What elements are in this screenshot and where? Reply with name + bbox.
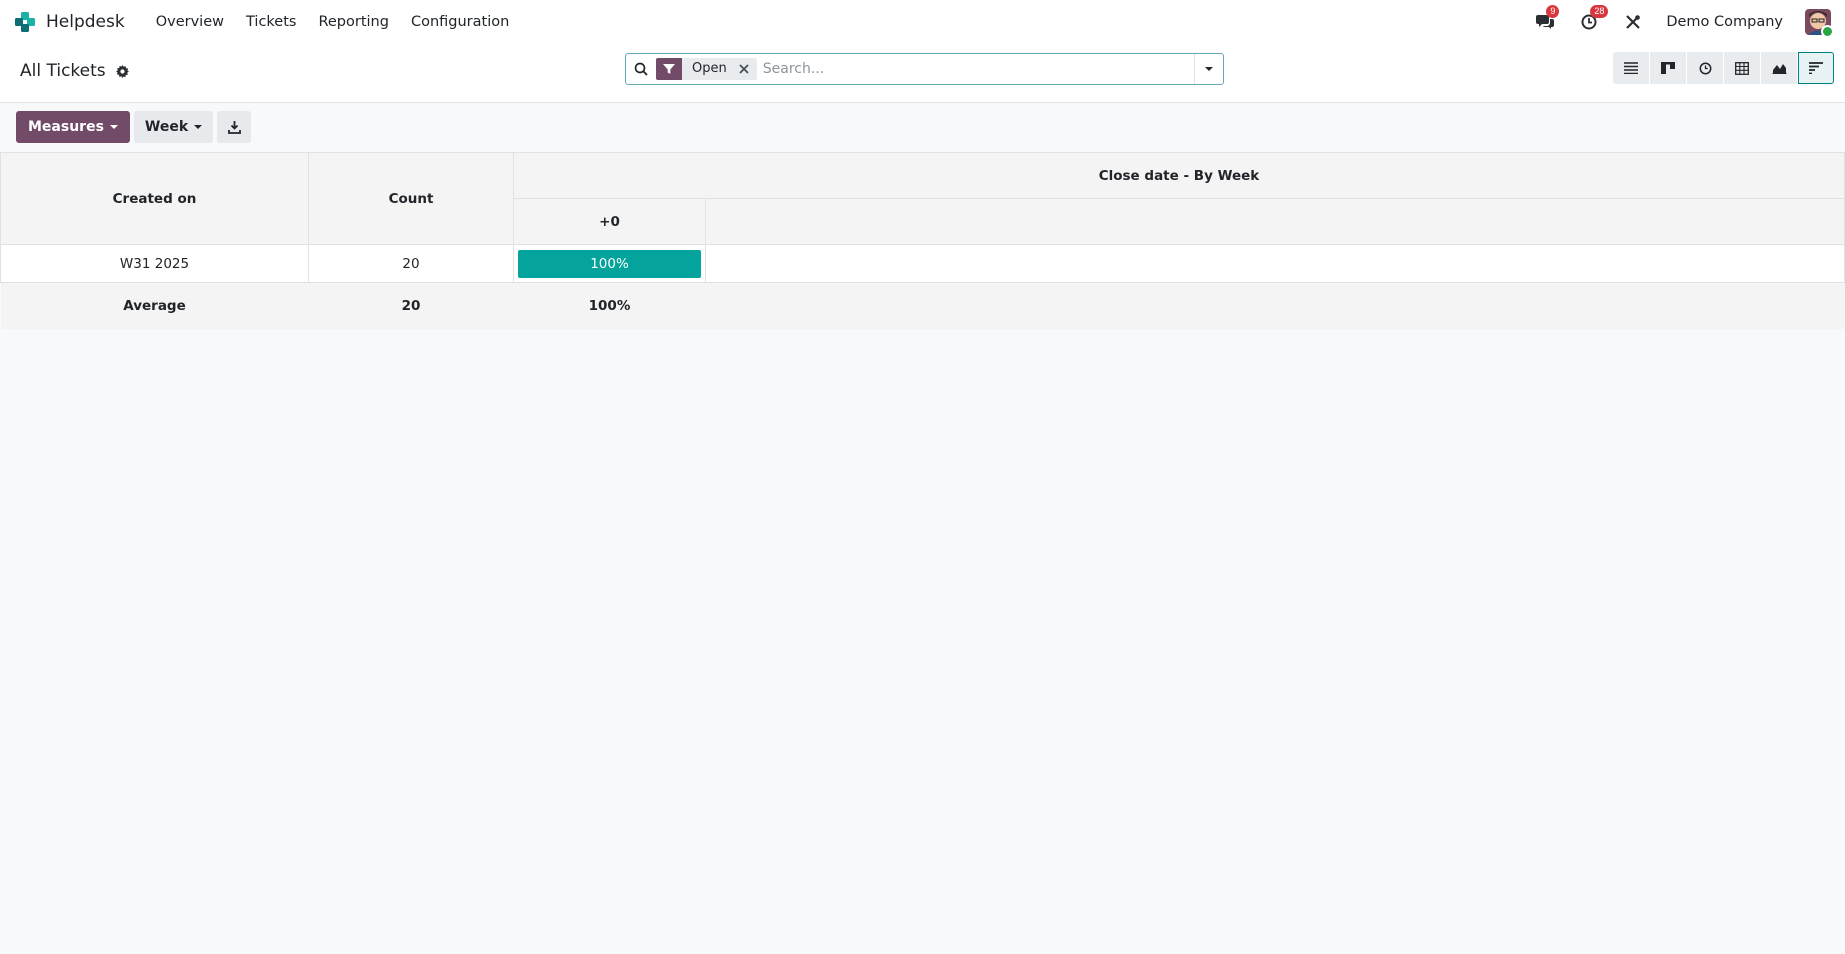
table-row: W31 2025 20 100% [0, 244, 1845, 283]
activity-view-button[interactable] [1687, 52, 1723, 84]
breadcrumb: All Tickets [20, 61, 129, 81]
kanban-icon [1661, 62, 1675, 74]
cohort-view-button[interactable] [1798, 52, 1834, 84]
main-menu: Overview Tickets Reporting Configuration [145, 14, 521, 30]
top-navbar: Helpdesk Overview Tickets Reporting Conf… [0, 0, 1845, 43]
facet-remove-button[interactable] [735, 58, 757, 80]
menu-reporting[interactable]: Reporting [307, 14, 400, 30]
messages-button[interactable]: 9 [1534, 4, 1560, 33]
list-icon [1624, 62, 1638, 74]
messages-badge: 9 [1546, 4, 1560, 18]
navbar-systray: 9 28 Demo Company [1534, 4, 1834, 38]
measures-label: Measures [28, 119, 104, 135]
filter-icon [656, 58, 682, 80]
pivot-view-button[interactable] [1724, 52, 1760, 84]
search-options-toggle[interactable] [1194, 54, 1223, 84]
gear-icon[interactable] [115, 64, 129, 78]
chevron-down-icon [109, 125, 118, 129]
search-icon [626, 62, 656, 76]
search-input[interactable] [760, 54, 1194, 84]
count-header: Count [308, 152, 514, 245]
helpdesk-logo-icon [15, 11, 35, 32]
average-empty-cell [705, 282, 1845, 329]
cohort-cell-value: 100% [518, 249, 701, 278]
clock-icon [1699, 62, 1711, 74]
average-count: 20 [308, 282, 514, 329]
view-switcher [1612, 52, 1834, 84]
interval-header: +0 [513, 198, 706, 245]
empty-cell [705, 244, 1845, 283]
created-on-header: Created on [0, 152, 309, 245]
download-button[interactable] [217, 111, 252, 143]
page-title: All Tickets [20, 61, 106, 81]
empty-header [705, 198, 1845, 245]
graph-view-button[interactable] [1761, 52, 1797, 84]
menu-overview[interactable]: Overview [145, 14, 235, 30]
row-count: 20 [308, 244, 514, 283]
menu-tickets[interactable]: Tickets [235, 14, 307, 30]
tools-icon [1626, 14, 1641, 29]
average-value: 100% [513, 282, 706, 329]
interval-button[interactable]: Week [133, 111, 214, 143]
kanban-view-button[interactable] [1650, 52, 1686, 84]
chevron-down-icon [1205, 67, 1213, 71]
table-icon [1735, 61, 1749, 75]
activities-button[interactable]: 28 [1578, 4, 1609, 33]
online-status-dot [1821, 24, 1834, 38]
download-icon [227, 120, 241, 134]
close-date-group-header: Close date - By Week [513, 152, 1845, 199]
app-brand[interactable]: Helpdesk [14, 11, 125, 33]
interval-label: Week [144, 119, 189, 135]
cohort-cell[interactable]: 100% [513, 244, 706, 283]
activities-badge: 28 [1590, 4, 1609, 18]
control-panel: All Tickets Open [0, 43, 1845, 103]
measures-button[interactable]: Measures [16, 111, 130, 143]
row-label: W31 2025 [0, 244, 309, 283]
user-avatar[interactable] [1805, 8, 1834, 38]
average-label: Average [0, 282, 309, 329]
cohort-toolbar: Measures Week [16, 111, 252, 143]
area-chart-icon [1772, 64, 1786, 74]
facet-label: Open [692, 61, 727, 76]
menu-configuration[interactable]: Configuration [400, 14, 520, 30]
average-row: Average 20 100% [0, 282, 1845, 329]
chevron-down-icon [194, 125, 203, 129]
list-view-button[interactable] [1613, 52, 1649, 84]
search-bar: Open [625, 53, 1224, 85]
close-icon [739, 64, 749, 74]
cohort-icon [1809, 62, 1823, 74]
company-switcher[interactable]: Demo Company [1666, 14, 1783, 30]
search-facet-open: Open [656, 58, 757, 80]
cohort-table: Created on Count Close date - By Week +0… [0, 152, 1845, 329]
app-name: Helpdesk [46, 11, 125, 32]
debug-tools-button[interactable] [1622, 11, 1644, 33]
